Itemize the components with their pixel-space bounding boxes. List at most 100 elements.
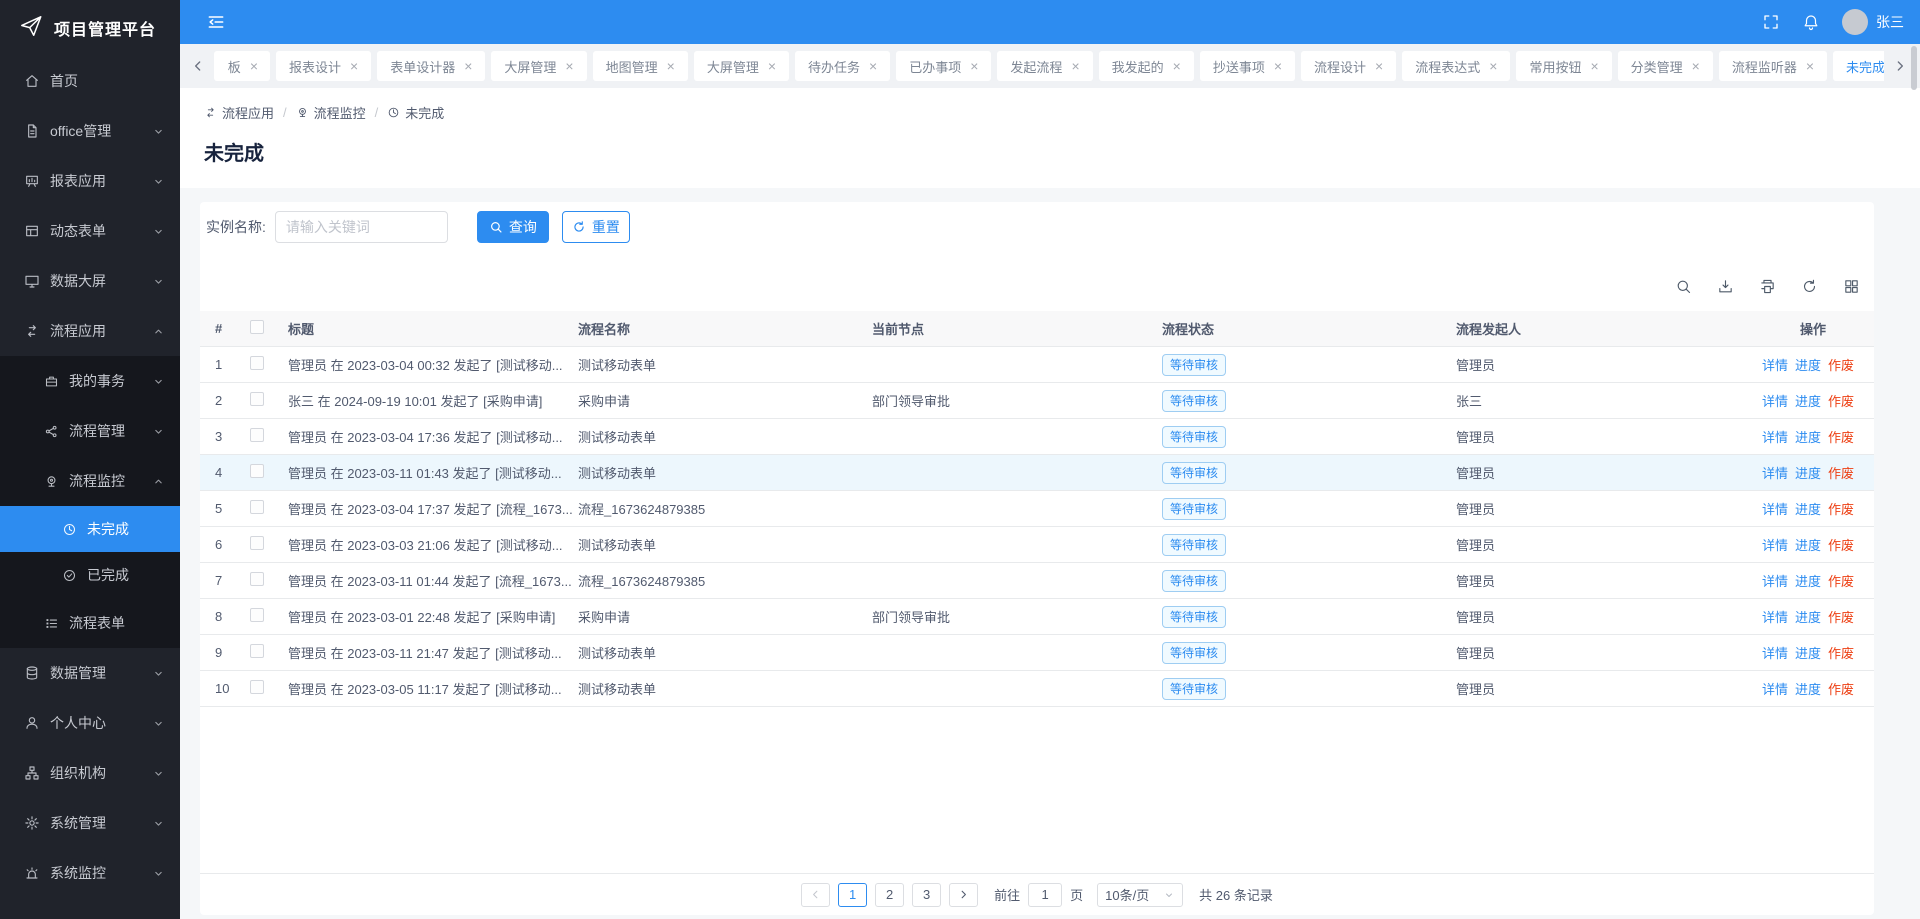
tab-close-icon[interactable]: × bbox=[1692, 59, 1700, 73]
row-checkbox[interactable] bbox=[250, 608, 264, 622]
sidebar-item-unfinished[interactable]: 未完成 bbox=[0, 506, 180, 552]
action-invalidate[interactable]: 作废 bbox=[1828, 679, 1854, 698]
sidebar-item-data-manage[interactable]: 数据管理 bbox=[0, 648, 180, 698]
action-invalidate[interactable]: 作废 bbox=[1828, 607, 1854, 626]
page-scrollbar[interactable] bbox=[1911, 46, 1917, 90]
action-detail[interactable]: 详情 bbox=[1762, 463, 1788, 482]
refresh-button[interactable] bbox=[1801, 278, 1818, 295]
row-checkbox[interactable] bbox=[250, 536, 264, 550]
action-detail[interactable]: 详情 bbox=[1762, 427, 1788, 446]
action-invalidate[interactable]: 作废 bbox=[1828, 427, 1854, 446]
action-progress[interactable]: 进度 bbox=[1795, 643, 1821, 662]
fullscreen-button[interactable] bbox=[1762, 13, 1780, 31]
sidebar-item-report-app[interactable]: 报表应用 bbox=[0, 156, 180, 206]
action-invalidate[interactable]: 作废 bbox=[1828, 463, 1854, 482]
tab-close-icon[interactable]: × bbox=[1071, 59, 1079, 73]
page-size-select[interactable]: 10条/页 bbox=[1097, 882, 1184, 907]
sidebar-item-flow-form[interactable]: 流程表单 bbox=[0, 598, 180, 648]
breadcrumb-item-1[interactable]: 流程监控 bbox=[296, 103, 366, 122]
tab-0[interactable]: 板 × bbox=[214, 51, 270, 81]
action-progress[interactable]: 进度 bbox=[1795, 571, 1821, 590]
row-checkbox[interactable] bbox=[250, 644, 264, 658]
download-button[interactable] bbox=[1717, 278, 1734, 295]
sidebar-item-organization[interactable]: 组织机构 bbox=[0, 748, 180, 798]
sidebar-item-my-tasks[interactable]: 我的事务 bbox=[0, 356, 180, 406]
select-all-checkbox[interactable] bbox=[250, 320, 264, 334]
action-detail[interactable]: 详情 bbox=[1762, 679, 1788, 698]
tab-close-icon[interactable]: × bbox=[1375, 59, 1383, 73]
sidebar-item-home[interactable]: 首页 bbox=[0, 56, 180, 106]
sidebar-item-dynamic-form[interactable]: 动态表单 bbox=[0, 206, 180, 256]
tab-5[interactable]: 大屏管理 × bbox=[693, 51, 790, 81]
action-progress[interactable]: 进度 bbox=[1795, 427, 1821, 446]
action-detail[interactable]: 详情 bbox=[1762, 355, 1788, 374]
tab-10[interactable]: 抄送事项 × bbox=[1199, 51, 1296, 81]
row-checkbox[interactable] bbox=[250, 428, 264, 442]
tab-7[interactable]: 已办事项 × bbox=[896, 51, 992, 81]
sidebar-item-office[interactable]: office管理 bbox=[0, 106, 180, 156]
printer-button[interactable] bbox=[1759, 278, 1776, 295]
breadcrumb-item-0[interactable]: 流程应用 bbox=[204, 103, 274, 122]
tab-close-icon[interactable]: × bbox=[768, 59, 776, 73]
page-next-button[interactable] bbox=[949, 882, 979, 907]
query-button[interactable]: 查询 bbox=[476, 211, 549, 243]
tab-close-icon[interactable]: × bbox=[970, 59, 978, 73]
grid-button[interactable] bbox=[1843, 278, 1860, 295]
tab-close-icon[interactable]: × bbox=[1489, 59, 1497, 73]
notification-bell-button[interactable] bbox=[1802, 13, 1820, 31]
tab-16[interactable]: 未完成× bbox=[1833, 51, 1884, 81]
row-checkbox[interactable] bbox=[250, 356, 264, 370]
user-menu[interactable]: 张三 bbox=[1842, 9, 1904, 35]
breadcrumb-item-2[interactable]: 未完成 bbox=[387, 103, 444, 122]
tab-1[interactable]: 报表设计 × bbox=[276, 51, 372, 81]
action-invalidate[interactable]: 作废 bbox=[1828, 643, 1854, 662]
action-progress[interactable]: 进度 bbox=[1795, 463, 1821, 482]
tab-close-icon[interactable]: × bbox=[250, 59, 258, 73]
sidebar-item-data-screen[interactable]: 数据大屏 bbox=[0, 256, 180, 306]
menu-fold-button[interactable] bbox=[206, 12, 226, 32]
sidebar-item-flow-monitor[interactable]: 流程监控 bbox=[0, 456, 180, 506]
action-invalidate[interactable]: 作废 bbox=[1828, 499, 1854, 518]
tab-9[interactable]: 我发起的 × bbox=[1098, 51, 1194, 81]
tab-6[interactable]: 待办任务 × bbox=[795, 51, 891, 81]
tab-close-icon[interactable]: × bbox=[350, 59, 358, 73]
tab-close-icon[interactable]: × bbox=[667, 59, 675, 73]
action-progress[interactable]: 进度 bbox=[1795, 535, 1821, 554]
sidebar-item-flow-app[interactable]: 流程应用 bbox=[0, 306, 180, 356]
action-detail[interactable]: 详情 bbox=[1762, 607, 1788, 626]
tab-3[interactable]: 大屏管理 × bbox=[491, 51, 587, 81]
tab-14[interactable]: 分类管理 × bbox=[1617, 51, 1713, 81]
action-progress[interactable]: 进度 bbox=[1795, 607, 1821, 626]
action-invalidate[interactable]: 作废 bbox=[1828, 571, 1854, 590]
action-progress[interactable]: 进度 bbox=[1795, 391, 1821, 410]
tab-close-icon[interactable]: × bbox=[1173, 59, 1181, 73]
page-number-1[interactable]: 1 bbox=[838, 882, 868, 907]
tab-close-icon[interactable]: × bbox=[1590, 59, 1598, 73]
tab-2[interactable]: 表单设计器 × bbox=[377, 51, 486, 81]
action-progress[interactable]: 进度 bbox=[1795, 355, 1821, 374]
sidebar-item-personal-center[interactable]: 个人中心 bbox=[0, 698, 180, 748]
tab-8[interactable]: 发起流程 × bbox=[997, 51, 1093, 81]
action-detail[interactable]: 详情 bbox=[1762, 535, 1788, 554]
sidebar-item-sys-manage[interactable]: 系统管理 bbox=[0, 798, 180, 848]
action-progress[interactable]: 进度 bbox=[1795, 679, 1821, 698]
tab-close-icon[interactable]: × bbox=[1274, 59, 1282, 73]
row-checkbox[interactable] bbox=[250, 392, 264, 406]
sidebar-item-sys-monitor[interactable]: 系统监控 bbox=[0, 848, 180, 898]
sidebar-item-flow-manage[interactable]: 流程管理 bbox=[0, 406, 180, 456]
tab-15[interactable]: 流程监听器 × bbox=[1718, 51, 1828, 81]
action-detail[interactable]: 详情 bbox=[1762, 643, 1788, 662]
action-invalidate[interactable]: 作废 bbox=[1828, 391, 1854, 410]
tabs-scroll-right-button[interactable] bbox=[1892, 58, 1908, 74]
tab-13[interactable]: 常用按钮 × bbox=[1516, 51, 1612, 81]
action-invalidate[interactable]: 作废 bbox=[1828, 355, 1854, 374]
page-number-2[interactable]: 2 bbox=[875, 882, 905, 907]
tab-close-icon[interactable]: × bbox=[1806, 59, 1814, 73]
action-detail[interactable]: 详情 bbox=[1762, 391, 1788, 410]
tab-11[interactable]: 流程设计 × bbox=[1301, 51, 1397, 81]
row-checkbox[interactable] bbox=[250, 500, 264, 514]
row-checkbox[interactable] bbox=[250, 572, 264, 586]
tabs-scroll-left-button[interactable] bbox=[190, 58, 206, 74]
page-prev-button[interactable] bbox=[801, 882, 831, 907]
action-progress[interactable]: 进度 bbox=[1795, 499, 1821, 518]
